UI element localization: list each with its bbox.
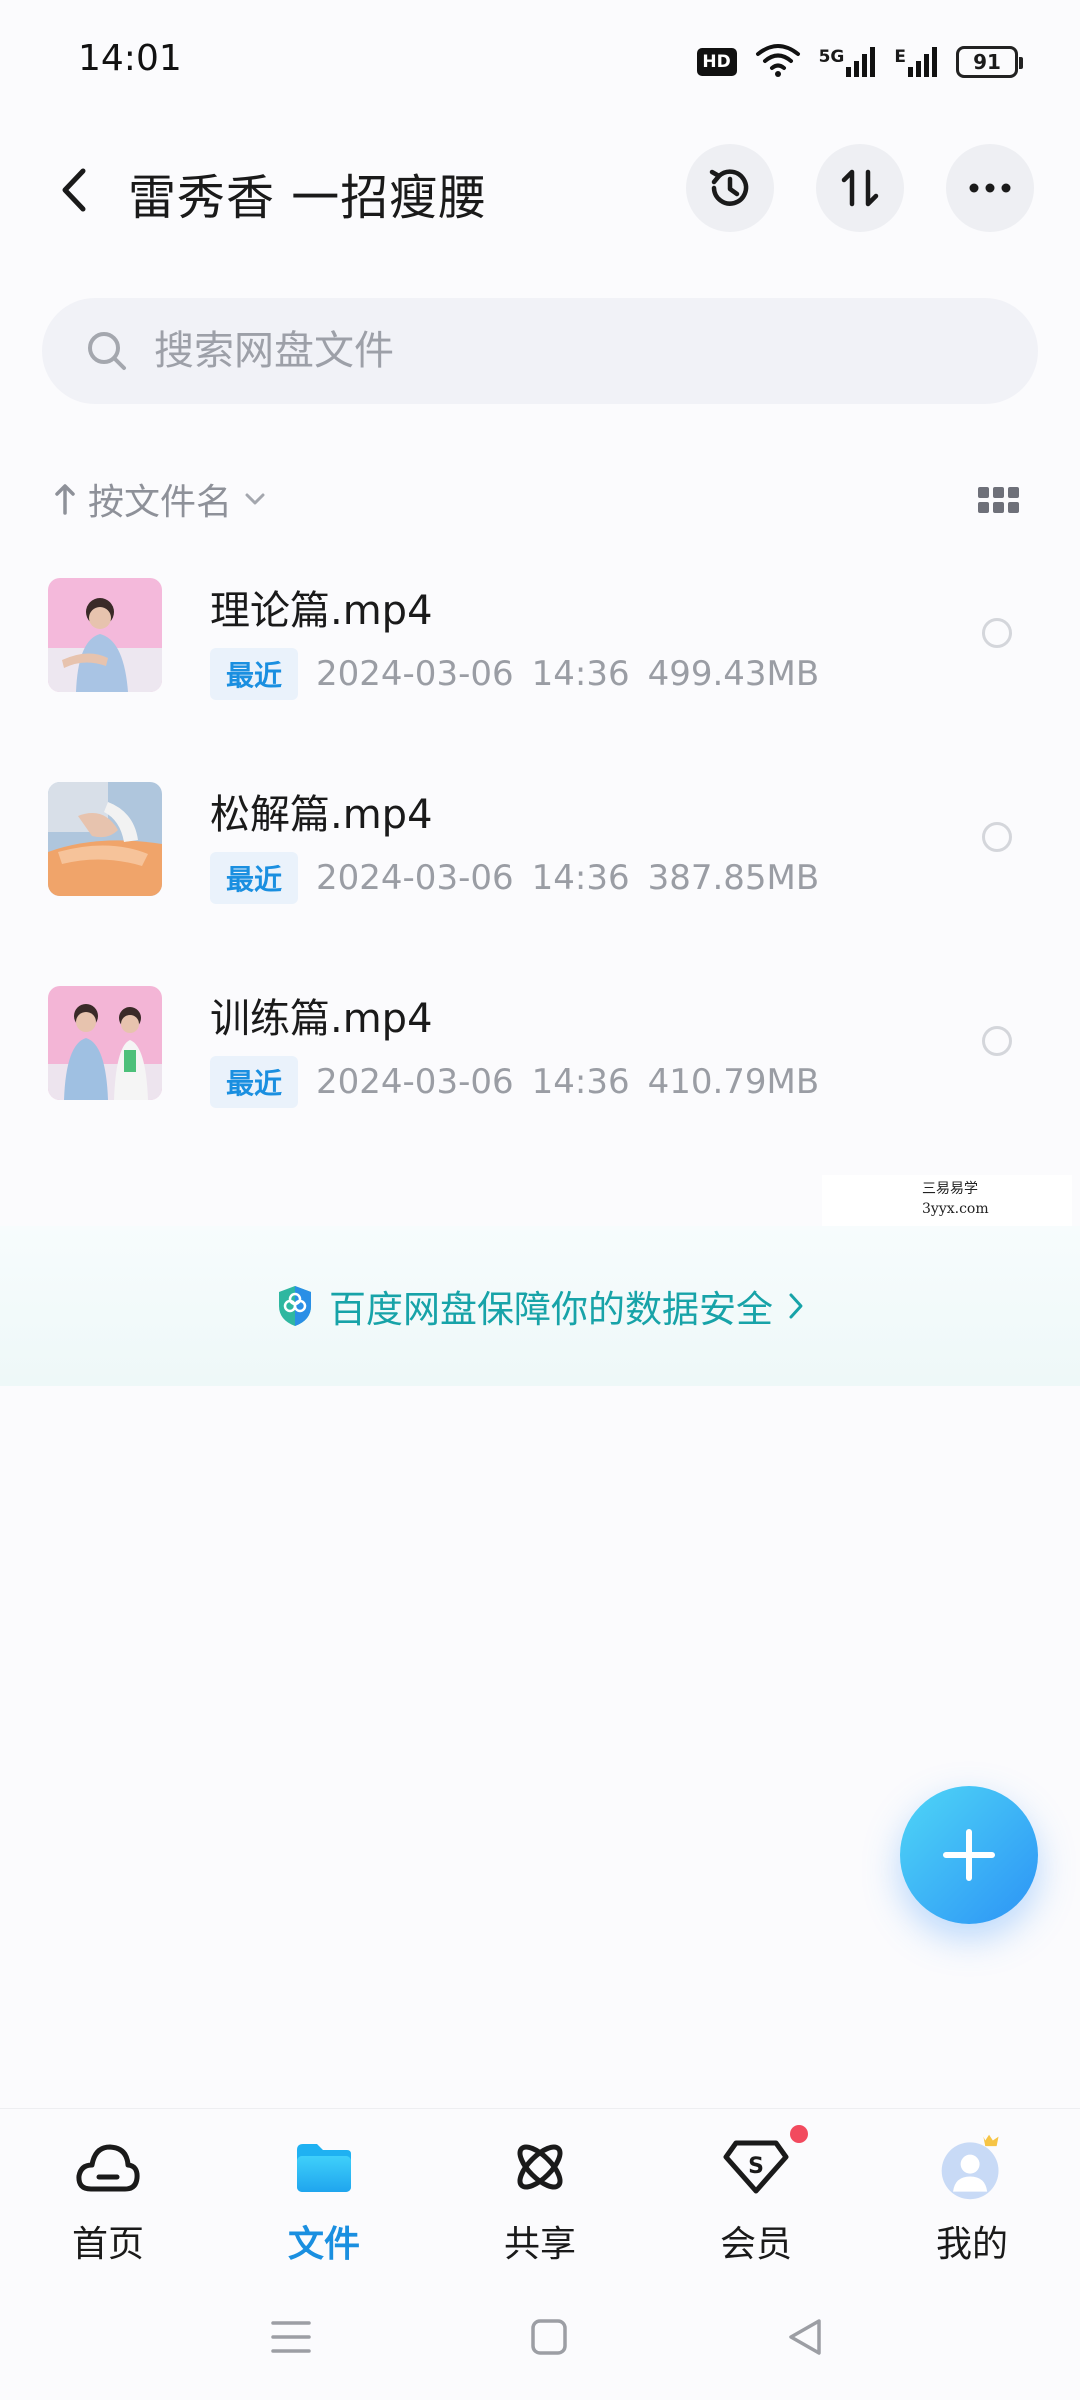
bottom-nav: 首页 文件 共享 S 会员 我的	[0, 2108, 1080, 2269]
vip-diamond-icon: S	[720, 2125, 808, 2203]
file-name: 理论篇.mp4	[210, 588, 433, 634]
home-square-icon[interactable]	[526, 2314, 572, 2360]
notification-dot	[790, 2125, 808, 2143]
watermark: 三易易学 3yyx.com	[822, 1175, 1072, 1227]
page-title: 雷秀香 一招瘦腰	[128, 170, 488, 226]
status-indicators: HD 5G E 91	[696, 38, 1023, 86]
cloud-icon	[72, 2131, 144, 2203]
recent-badge: 最近	[210, 648, 299, 700]
file-size: 410.79MB	[647, 1062, 820, 1102]
wifi-icon	[755, 42, 801, 82]
file-name: 松解篇.mp4	[210, 792, 433, 838]
file-time: 14:36	[531, 654, 630, 694]
watermark-line-1: 三易易学	[922, 1181, 978, 1197]
back-triangle-icon[interactable]	[782, 2314, 828, 2360]
ellipsis-icon	[969, 183, 1011, 193]
nav-label: 文件	[287, 2224, 360, 2265]
file-date: 2024-03-06	[316, 1062, 514, 1102]
folder-icon	[288, 2131, 360, 2203]
file-size: 387.85MB	[647, 858, 820, 898]
list-item[interactable]: 理论篇.mp4 最近 2024-03-06 14:36 499.43MB	[0, 556, 1080, 760]
menu-icon[interactable]	[268, 2314, 314, 2360]
file-time: 14:36	[531, 1062, 630, 1102]
plus-icon	[943, 1829, 995, 1881]
search-input[interactable]	[152, 327, 956, 375]
recent-badge: 最近	[210, 1056, 299, 1108]
atom-icon	[504, 2131, 576, 2203]
transfer-button[interactable]	[816, 144, 904, 232]
top-app-bar: 雷秀香 一招瘦腰	[0, 130, 1080, 250]
chevron-left-icon	[62, 168, 86, 212]
nav-files[interactable]: 文件	[216, 2109, 432, 2269]
nav-label: 会员	[719, 2224, 792, 2265]
arrow-up-icon	[55, 484, 75, 515]
nav-vip[interactable]: S 会员	[648, 2109, 864, 2269]
file-meta: 最近 2024-03-06 14:36 410.79MB	[210, 1056, 819, 1108]
sort-bar: 按文件名	[0, 465, 1080, 535]
file-browser-screen: 14:01 HD 5G E 91 雷秀香 一招瘦腰 搜索网盘文件 按文件名 理论…	[0, 0, 1080, 2400]
list-item[interactable]: 训练篇.mp4 最近 2024-03-06 14:36 410.79MB	[0, 964, 1080, 1168]
hd-badge: HD	[696, 48, 737, 76]
select-checkbox[interactable]	[982, 822, 1012, 852]
back-button[interactable]	[44, 160, 104, 220]
file-meta: 最近 2024-03-06 14:36 499.43MB	[210, 648, 819, 700]
status-bar: 14:01 HD 5G E 91	[0, 0, 1080, 120]
network-type-1: 5G	[818, 47, 845, 67]
video-thumbnail	[48, 782, 162, 896]
grid-view-icon[interactable]	[978, 487, 1019, 515]
sort-label: 按文件名	[88, 482, 233, 523]
file-date: 2024-03-06	[316, 654, 514, 694]
history-button[interactable]	[686, 144, 774, 232]
add-button[interactable]	[900, 1786, 1038, 1924]
nav-label: 我的	[935, 2224, 1008, 2265]
recent-badge: 最近	[210, 852, 299, 904]
file-date: 2024-03-06	[316, 858, 514, 898]
nav-profile[interactable]: 我的	[864, 2109, 1080, 2269]
system-navigation	[0, 2268, 1080, 2400]
video-thumbnail	[48, 578, 162, 692]
battery-indicator: 91	[956, 46, 1023, 78]
search-icon	[84, 328, 130, 374]
safety-text: 百度网盘保障你的数据安全	[329, 1288, 773, 1331]
more-button[interactable]	[946, 144, 1034, 232]
data-safety-banner[interactable]: 百度网盘保障你的数据安全	[0, 1226, 1080, 1386]
nav-share[interactable]: 共享	[432, 2109, 648, 2269]
select-checkbox[interactable]	[982, 618, 1012, 648]
nav-home[interactable]: 首页	[0, 2109, 216, 2269]
shield-icon	[279, 1286, 311, 1326]
transfer-arrows-icon	[841, 169, 879, 207]
history-clock-icon	[709, 169, 749, 206]
watermark-line-2: 3yyx.com	[922, 1201, 989, 1217]
nav-label: 首页	[71, 2224, 144, 2265]
chevron-down-icon	[245, 493, 265, 505]
svg-text:S: S	[748, 2154, 764, 2179]
signal-e-icon: E	[894, 47, 938, 77]
chevron-right-icon	[789, 1293, 803, 1319]
list-item[interactable]: 松解篇.mp4 最近 2024-03-06 14:36 387.85MB	[0, 760, 1080, 964]
network-type-2: E	[894, 47, 906, 67]
file-time: 14:36	[531, 858, 630, 898]
sort-by-name-button[interactable]: 按文件名	[54, 473, 266, 525]
file-list: 理论篇.mp4 最近 2024-03-06 14:36 499.43MB 松解篇…	[0, 556, 1080, 1168]
file-meta: 最近 2024-03-06 14:36 387.85MB	[210, 852, 819, 904]
file-name: 训练篇.mp4	[210, 996, 433, 1042]
nav-label: 共享	[503, 2224, 576, 2265]
signal-5g-icon: 5G	[819, 47, 877, 77]
select-checkbox[interactable]	[982, 1026, 1012, 1056]
avatar-icon	[936, 2131, 1008, 2203]
file-size: 499.43MB	[647, 654, 820, 694]
video-thumbnail	[48, 986, 162, 1100]
status-time: 14:01	[78, 38, 182, 79]
search-bar[interactable]	[42, 298, 1038, 404]
